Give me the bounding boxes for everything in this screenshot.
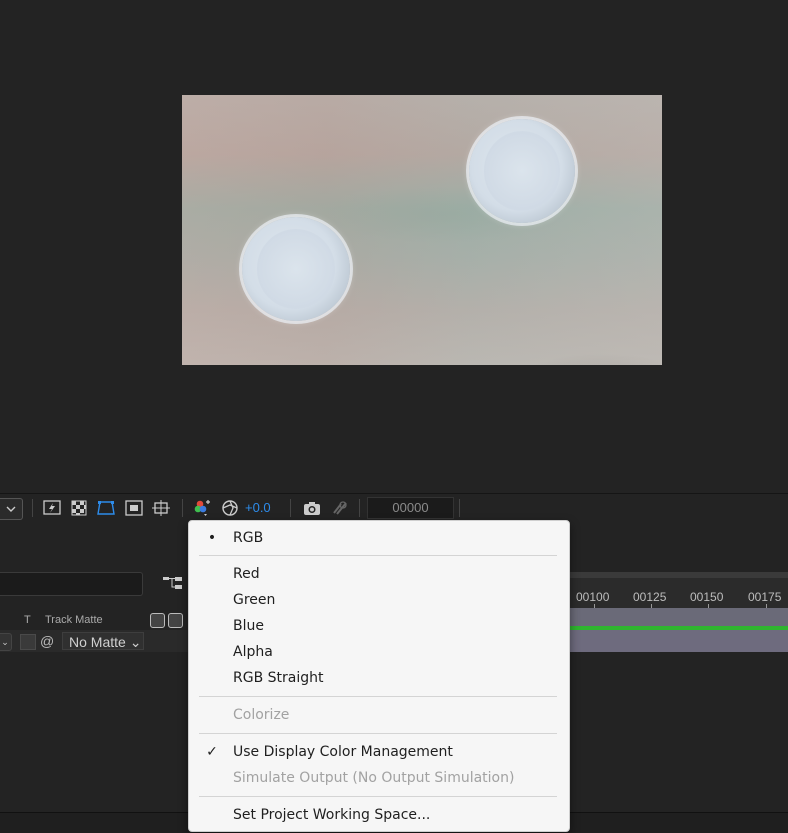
layer-duration-bar[interactable] <box>568 630 788 652</box>
menu-item-green[interactable]: Green <box>233 587 275 613</box>
menu-item-blue[interactable]: Blue <box>233 613 264 639</box>
show-channel-icon[interactable] <box>192 499 212 517</box>
layer-search-input[interactable] <box>0 572 143 596</box>
menu-divider <box>199 733 557 734</box>
menu-item-use-display-color-management[interactable]: Use Display Color Management <box>233 739 453 765</box>
matte-mode-icon[interactable] <box>150 613 165 628</box>
reset-exposure-icon[interactable] <box>220 499 240 517</box>
menu-divider <box>199 696 557 697</box>
selected-bullet-icon: • <box>207 530 217 546</box>
layer-switch-box[interactable] <box>20 634 36 650</box>
menu-divider <box>199 555 557 556</box>
menu-divider <box>199 796 557 797</box>
menu-item-red[interactable]: Red <box>233 561 260 587</box>
ruler-label: 00150 <box>690 590 724 604</box>
column-track-matte-label: Track Matte <box>45 614 103 626</box>
work-area-bar[interactable] <box>568 608 788 628</box>
fast-previews-icon[interactable] <box>42 499 62 517</box>
mask-visibility-icon[interactable] <box>96 499 116 517</box>
ruler-label: 00175 <box>748 590 782 604</box>
track-matte-select[interactable]: No Matte ⌄ <box>62 632 144 650</box>
region-of-interest-icon[interactable] <box>124 499 144 517</box>
water-droplet-image <box>242 217 350 321</box>
viewer-toolbar: +0.0 00000 <box>0 493 788 523</box>
show-channel-menu: • RGB Red Green Blue Alpha RGB Straight … <box>188 520 570 832</box>
ruler-label: 00100 <box>576 590 610 604</box>
show-snapshot-icon[interactable] <box>330 499 350 517</box>
column-t-label: T <box>24 614 31 626</box>
pickwhip-icon[interactable]: @ <box>40 633 54 649</box>
menu-item-rgb-straight[interactable]: RGB Straight <box>233 665 323 691</box>
composition-viewer <box>0 0 788 493</box>
magnification-dropdown[interactable] <box>0 498 23 520</box>
guides-grid-icon[interactable] <box>151 499 171 517</box>
chevron-down-icon <box>6 506 16 512</box>
checkmark-icon: ✓ <box>206 744 218 760</box>
menu-item-rgb[interactable]: RGB <box>233 525 263 551</box>
ruler-label: 00125 <box>633 590 667 604</box>
timecode-field[interactable]: 00000 <box>367 497 454 519</box>
water-droplet-image <box>469 119 575 223</box>
matte-invert-icon[interactable] <box>168 613 183 628</box>
menu-item-alpha[interactable]: Alpha <box>233 639 273 665</box>
menu-item-simulate-output: Simulate Output (No Output Simulation) <box>233 770 515 786</box>
track-matte-value: No Matte <box>69 634 126 650</box>
layer-row[interactable]: ⌄ @ No Matte ⌄ <box>0 630 190 652</box>
menu-item-colorize: Colorize <box>233 707 290 723</box>
composition-frame[interactable] <box>182 95 662 365</box>
flowchart-icon[interactable] <box>163 575 183 596</box>
exposure-value[interactable]: +0.0 <box>245 500 271 515</box>
chevron-down-icon[interactable]: ⌄ <box>0 633 12 651</box>
menu-item-set-project-working-space[interactable]: Set Project Working Space... <box>233 802 430 828</box>
layer-column-header: T Track Matte <box>0 608 190 628</box>
camera-snapshot-icon[interactable] <box>302 499 322 517</box>
transparency-grid-icon[interactable] <box>69 499 89 517</box>
